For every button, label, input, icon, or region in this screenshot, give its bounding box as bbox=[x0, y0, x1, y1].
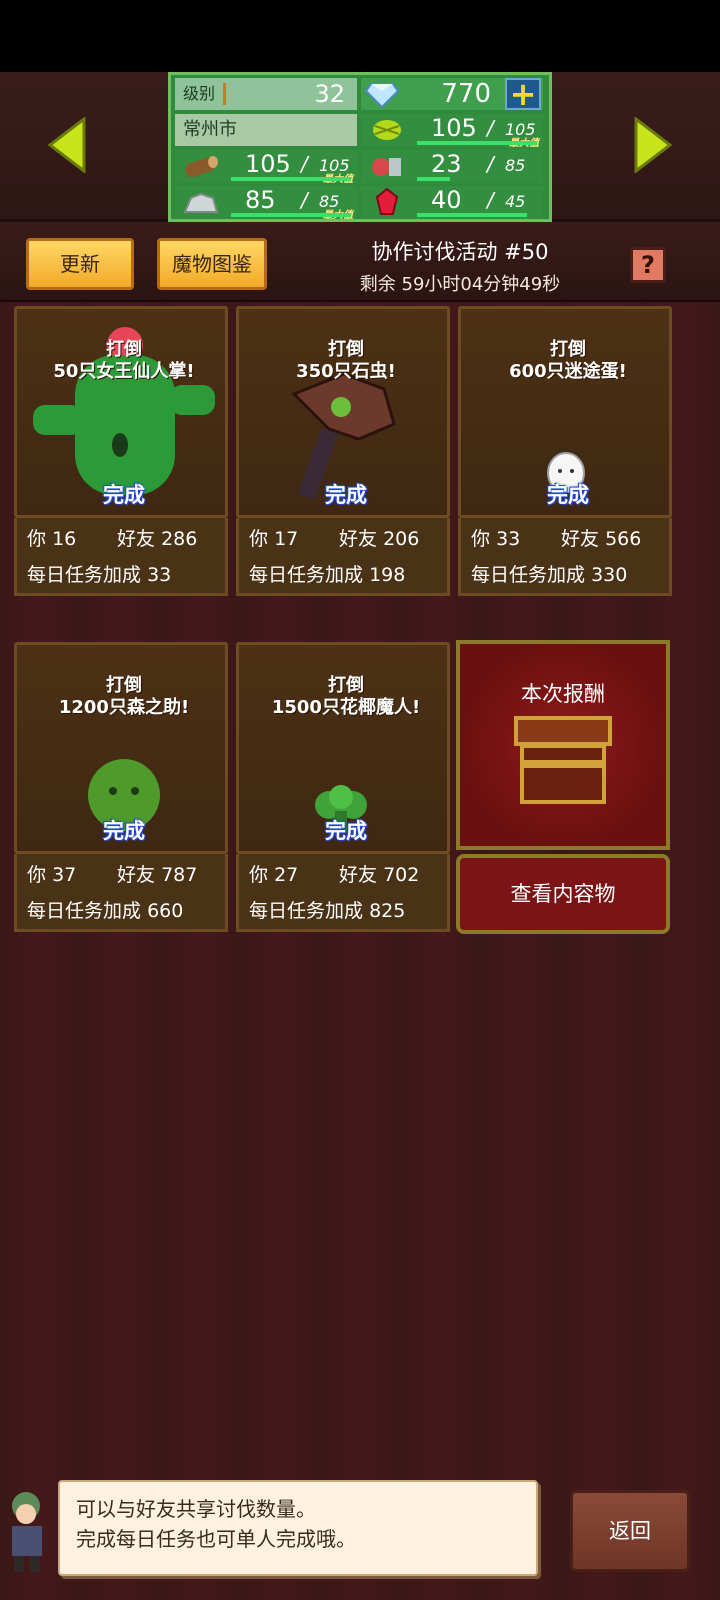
card-stats: 你 37 好友 787 每日任务加成 660 bbox=[14, 854, 228, 932]
hint-bubble: 可以与好友共享讨伐数量。 完成每日任务也可单人完成哦。 bbox=[58, 1480, 538, 1576]
card-picture: 打倒 1500只花椰魔人! 完成 bbox=[236, 642, 450, 854]
ruby-icon bbox=[375, 188, 399, 215]
monster-dex-button[interactable]: 魔物图鉴 bbox=[157, 238, 267, 290]
card-picture: 打倒 1200只森之助! 完成 bbox=[14, 642, 228, 854]
grain-icon bbox=[373, 120, 401, 140]
done-label: 完成 bbox=[103, 819, 145, 843]
ore-icon bbox=[183, 192, 219, 213]
reward-box: 本次报酬 bbox=[456, 640, 670, 850]
view-contents-button[interactable]: 查看内容物 bbox=[456, 854, 670, 934]
meat-icon bbox=[372, 158, 401, 176]
reward-label: 本次报酬 bbox=[521, 682, 605, 706]
hunt-card[interactable]: 打倒 1500只花椰魔人! 完成 你 27 好友 702 每日任务加成 825 bbox=[236, 642, 450, 932]
wood-meter bbox=[231, 177, 351, 181]
resource-wood: 105 / 105 最大值 bbox=[175, 150, 357, 185]
hint-line-2: 完成每日任务也可单人完成哦。 bbox=[76, 1527, 356, 1551]
level-value: 32 bbox=[314, 80, 345, 108]
grain-meter bbox=[417, 141, 537, 145]
card-stats: 你 33 好友 566 每日任务加成 330 bbox=[458, 518, 672, 596]
card-picture: 打倒 350只石虫! 完成 bbox=[236, 306, 450, 518]
plus-icon: + bbox=[509, 75, 537, 113]
ruby-meter bbox=[417, 213, 527, 217]
ore-meter bbox=[231, 213, 351, 217]
buy-gems-button[interactable]: + bbox=[505, 78, 541, 110]
card-stats: 你 27 好友 702 每日任务加成 825 bbox=[236, 854, 450, 932]
card-picture: 打倒 600只迷途蛋! 完成 bbox=[458, 306, 672, 518]
guide-character-avatar bbox=[12, 1492, 42, 1572]
refresh-button[interactable]: 更新 bbox=[26, 238, 134, 290]
gem-count: 770 bbox=[441, 79, 491, 109]
help-button[interactable]: ? bbox=[630, 247, 666, 283]
gem-box: 770 + bbox=[361, 78, 543, 110]
level-box: 级别 32 bbox=[175, 78, 357, 110]
card-stats: 你 17 好友 206 每日任务加成 198 bbox=[236, 518, 450, 596]
event-timer: 剩余 59小时04分钟49秒 bbox=[359, 274, 561, 295]
back-button[interactable]: 返回 bbox=[570, 1490, 690, 1572]
prev-arrow-button[interactable] bbox=[46, 117, 88, 173]
level-label: 级别 bbox=[183, 84, 216, 103]
resource-ore: 85 / 85 最大值 bbox=[175, 186, 357, 221]
done-label: 完成 bbox=[325, 819, 367, 843]
treasure-chest-icon bbox=[514, 716, 612, 804]
done-label: 完成 bbox=[103, 483, 145, 507]
hunt-card[interactable]: 打倒 50只女王仙人掌! 完成 你 16 好友 286 每日任务加成 33 bbox=[14, 306, 228, 596]
card-picture: 打倒 50只女王仙人掌! 完成 bbox=[14, 306, 228, 518]
hunt-card[interactable]: 打倒 1200只森之助! 完成 你 37 好友 787 每日任务加成 660 bbox=[14, 642, 228, 932]
chevron-left-icon bbox=[47, 117, 86, 173]
reward-panel: 本次报酬 查看内容物 bbox=[456, 640, 670, 934]
resource-ruby: 40 / 45 bbox=[361, 186, 543, 219]
card-stats: 你 16 好友 286 每日任务加成 33 bbox=[14, 518, 228, 596]
hunt-card[interactable]: 打倒 600只迷途蛋! 完成 你 33 好友 566 每日任务加成 330 bbox=[458, 306, 672, 596]
city-name: 常州市 bbox=[175, 114, 357, 146]
event-title: 协作讨伐活动 #50 bbox=[371, 240, 549, 264]
done-label: 完成 bbox=[547, 483, 589, 507]
status-bar bbox=[0, 0, 720, 72]
wood-icon bbox=[185, 156, 218, 178]
done-label: 完成 bbox=[325, 483, 367, 507]
next-arrow-button[interactable] bbox=[632, 117, 674, 173]
hint-line-1: 可以与好友共享讨伐数量。 bbox=[76, 1497, 316, 1521]
resource-grain: 105 / 105 最大值 bbox=[361, 114, 543, 149]
stats-panel: 级别 32 770 + 常州市 105 / 105 最大值 105 / 105 … bbox=[168, 72, 552, 222]
chevron-right-icon bbox=[634, 117, 673, 173]
meat-meter bbox=[417, 177, 450, 181]
resource-meat: 23 / 85 bbox=[361, 150, 543, 183]
diamond-icon bbox=[365, 83, 399, 108]
hunt-card[interactable]: 打倒 350只石虫! 完成 你 17 好友 206 每日任务加成 198 bbox=[236, 306, 450, 596]
